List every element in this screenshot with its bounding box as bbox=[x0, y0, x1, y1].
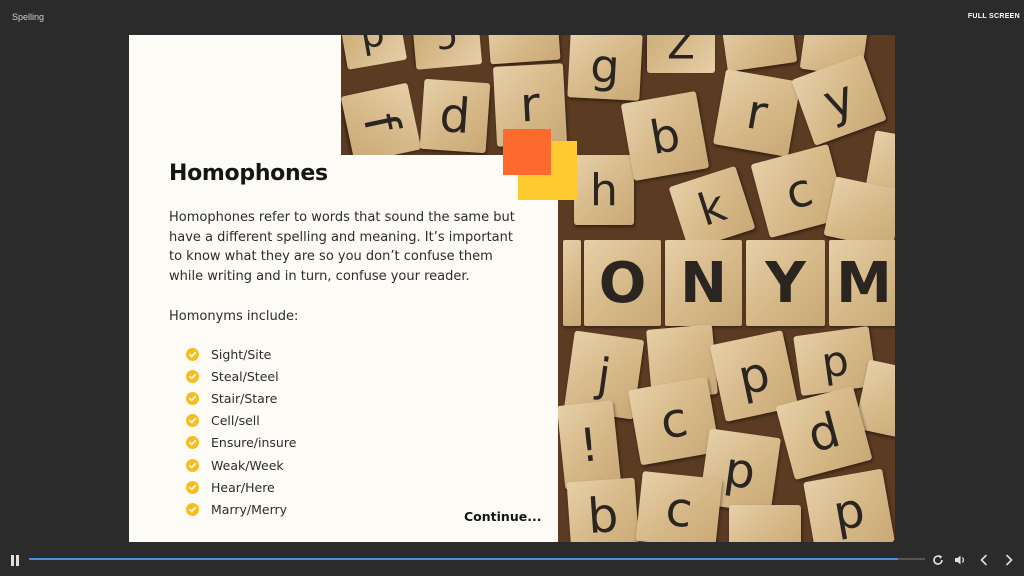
replay-icon[interactable] bbox=[930, 552, 946, 568]
list-item: Sight/Site bbox=[186, 343, 296, 365]
check-circle-icon bbox=[186, 480, 199, 494]
word-tile-m: M bbox=[829, 240, 895, 326]
tile: b bbox=[620, 90, 710, 182]
list-item-label: Marry/Merry bbox=[211, 501, 288, 517]
check-circle-icon bbox=[186, 458, 199, 472]
list-item: Marry/Merry bbox=[186, 498, 296, 520]
list-item-label: Stair/Stare bbox=[211, 390, 278, 406]
word-tile-o: O bbox=[584, 240, 661, 326]
previous-icon[interactable] bbox=[976, 552, 992, 568]
volume-icon[interactable] bbox=[952, 552, 968, 568]
player-top-bar: Spelling FULL SCREEN bbox=[0, 0, 1024, 34]
content-panel-top bbox=[129, 35, 341, 155]
check-circle-icon bbox=[186, 414, 199, 428]
tile: c bbox=[411, 35, 483, 70]
slide-heading: Homophones bbox=[169, 161, 328, 186]
list-item: Steal/Steel bbox=[186, 365, 296, 387]
slide-body-text: Homophones refer to words that sound the… bbox=[169, 210, 515, 284]
list-item-label: Cell/sell bbox=[211, 413, 260, 429]
list-item: Hear/Here bbox=[186, 476, 296, 498]
list-item-label: Weak/Week bbox=[211, 457, 284, 473]
check-circle-icon bbox=[186, 436, 199, 450]
list-item: Cell/sell bbox=[186, 410, 296, 432]
check-circle-icon bbox=[186, 347, 199, 361]
list-intro: Homonyms include: bbox=[169, 309, 299, 324]
tile: p bbox=[803, 468, 895, 542]
word-tile-m-letter: M bbox=[836, 250, 892, 316]
course-title: Spelling bbox=[12, 12, 45, 22]
list-item-label: Steal/Steel bbox=[211, 368, 279, 384]
player-controls bbox=[0, 548, 1024, 576]
tile: b bbox=[566, 477, 640, 542]
word-tile-y-letter: Y bbox=[765, 250, 806, 316]
tile bbox=[729, 505, 801, 542]
list-item-label: Hear/Here bbox=[211, 479, 275, 495]
continue-button[interactable]: Continue... bbox=[464, 509, 541, 524]
slide: d c g Z f d r r y h b k c O N Y M j p p … bbox=[129, 35, 895, 542]
tile: h bbox=[574, 155, 634, 225]
next-icon[interactable] bbox=[1001, 552, 1017, 568]
list-item: Ensure/insure bbox=[186, 432, 296, 454]
word-tile-o-letter: O bbox=[598, 250, 647, 316]
word-tile-n: N bbox=[665, 240, 742, 326]
word-tile-n-letter: N bbox=[680, 250, 727, 316]
tile: d bbox=[419, 78, 491, 154]
list-item: Stair/Stare bbox=[186, 387, 296, 409]
pause-icon[interactable] bbox=[10, 555, 20, 566]
list-item: Weak/Week bbox=[186, 454, 296, 476]
check-circle-icon bbox=[186, 369, 199, 383]
accent-square-orange bbox=[503, 129, 551, 175]
homophone-list: Sight/Site Steal/Steel Stair/Stare Cell/… bbox=[186, 343, 296, 521]
progress-bar-fill bbox=[29, 558, 899, 560]
list-item-label: Ensure/insure bbox=[211, 435, 297, 451]
tile: f bbox=[340, 82, 422, 164]
tile: ! bbox=[556, 400, 622, 490]
tile: r bbox=[712, 68, 802, 158]
word-tile-y: Y bbox=[746, 240, 825, 326]
word-tile-partial bbox=[563, 240, 581, 326]
check-circle-icon bbox=[186, 502, 199, 516]
tile: c bbox=[635, 471, 723, 542]
fullscreen-button[interactable]: FULL SCREEN bbox=[968, 13, 1020, 20]
list-item-label: Sight/Site bbox=[211, 346, 272, 362]
tile: g bbox=[567, 35, 643, 101]
check-circle-icon bbox=[186, 391, 199, 405]
progress-bar[interactable] bbox=[29, 558, 925, 560]
tile bbox=[487, 35, 561, 65]
tile: Z bbox=[647, 35, 715, 73]
